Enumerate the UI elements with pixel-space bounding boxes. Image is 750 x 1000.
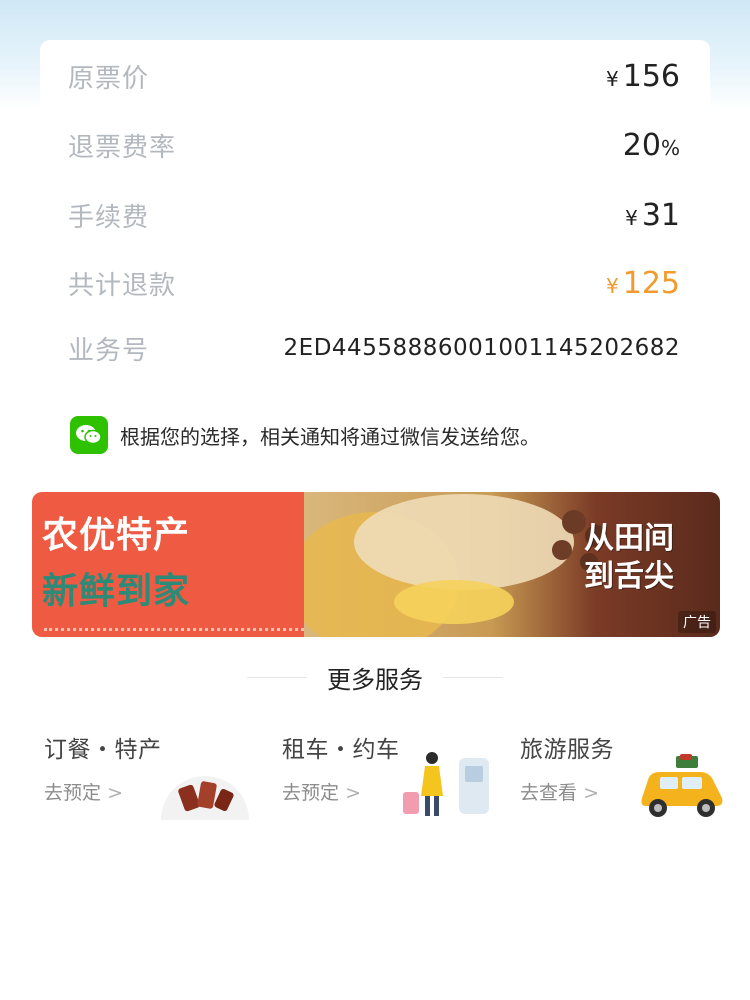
refund-card: 原票价 ¥156 退票费率 20% 手续费 ¥31 共计退款 ¥125 业务号 … [40,40,710,385]
ad-label: 广告 [678,611,716,633]
currency-symbol: ¥ [606,66,619,91]
ad-banner[interactable]: 农优特产 新鲜到家 从田间 到舌尖 广告 [32,492,720,637]
refund-rate-label: 退票费率 [68,132,177,163]
refund-rate-row: 退票费率 20% [68,125,680,165]
refund-rate-amount: 20 [622,127,661,163]
more-services-title: 更多服务 [327,665,423,694]
service-car-rental-action: 去预定 [282,782,340,804]
service-fee-value: ¥31 [625,198,680,233]
slogan-line-1: 从田间 [584,521,674,556]
banner-dots-decoration [44,627,304,631]
total-refund-label: 共计退款 [68,270,177,301]
business-number-row: 业务号 2ED445588860010011452026​82 [68,328,680,368]
banner-headline: 农优特产 [42,515,191,556]
business-number-value: 2ED445588860010011452026​82 [283,335,680,361]
more-services-header: 更多服务 [0,660,750,694]
car-icon [641,754,723,817]
banner-subheadline: 新鲜到家 [42,571,191,612]
service-fee-amount: 31 [641,197,680,233]
banner-slogan: 从田间 到舌尖 [584,520,720,596]
service-travel[interactable]: 旅游服务 去查看 > [520,730,730,820]
original-price-label: 原票价 [68,63,150,94]
chevron-right-icon: > [345,782,361,804]
total-refund-amount: 125 [622,265,680,301]
original-price-value: ¥156 [606,59,680,94]
original-price-row: 原票价 ¥156 [68,56,680,96]
service-dining-action: 去预定 [44,782,102,804]
wechat-notice: 根据您的选择，相关通知将通过微信发送给您。 [70,415,540,455]
service-car-rental[interactable]: 租车・约车 去预定 > [282,730,502,820]
refund-rate-value: 20% [623,128,680,163]
total-refund-value: ¥125 [606,266,680,301]
food-plate-icon [161,776,249,820]
divider-right [443,676,503,678]
refund-detail-page: 原票价 ¥156 退票费率 20% 手续费 ¥31 共计退款 ¥125 业务号 … [0,0,750,1000]
service-dining[interactable]: 订餐・特产 去预定 > [44,730,264,820]
banner-left-panel: 农优特产 新鲜到家 [32,492,304,637]
service-fee-label: 手续费 [68,202,150,233]
notice-text: 根据您的选择，相关通知将通过微信发送给您。 [120,424,540,449]
slogan-line-2: 到舌尖 [584,559,674,594]
service-dining-title: 订餐・特产 [44,737,162,763]
service-fee-row: 手续费 ¥31 [68,195,680,235]
total-refund-row: 共计退款 ¥125 [68,263,680,303]
percent-symbol: % [660,135,680,160]
divider-left [247,676,307,678]
chevron-right-icon: > [583,782,599,804]
original-price-amount: 156 [622,58,680,94]
traveler-icon [403,752,489,816]
business-number-label: 业务号 [68,335,150,366]
wechat-icon [70,416,108,454]
chevron-right-icon: > [107,782,123,804]
service-travel-action: 去查看 [520,782,578,804]
currency-symbol: ¥ [625,205,638,230]
currency-symbol: ¥ [606,273,619,298]
